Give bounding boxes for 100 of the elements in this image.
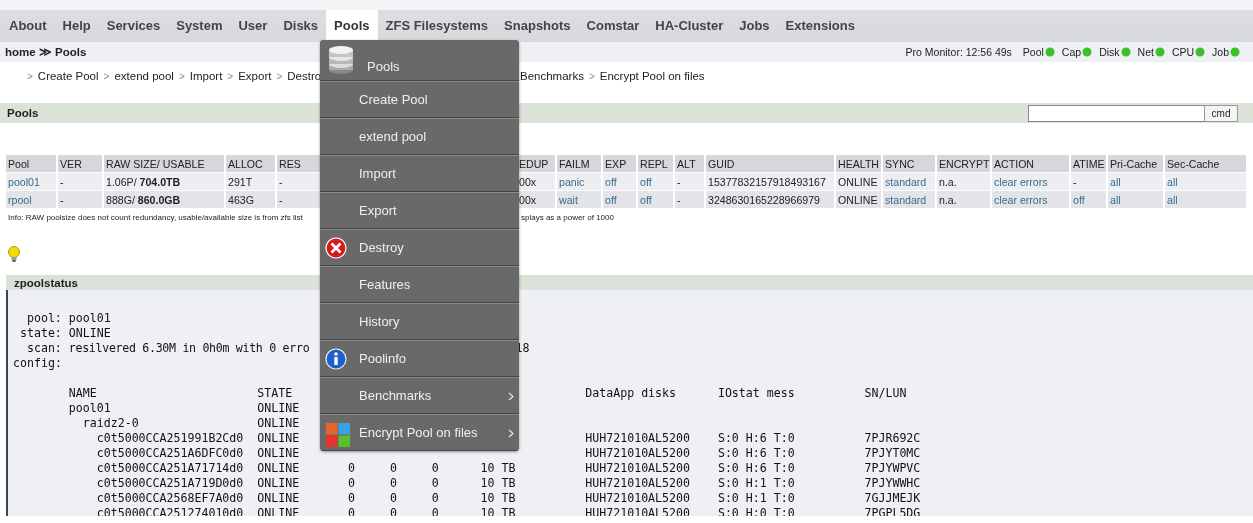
indicator-label[interactable]: Cap: [1061, 46, 1082, 58]
error-count: 0: [388, 461, 397, 476]
nav-link[interactable]: extend pool: [114, 70, 174, 82]
breadcrumb: home ≫ Pools: [5, 45, 87, 59]
nav-tab[interactable]: Services: [98, 10, 169, 42]
separator: >: [103, 70, 110, 82]
menu-item[interactable]: Features: [320, 266, 519, 303]
menu-item[interactable]: Export: [320, 192, 519, 229]
field-label: state:: [18, 326, 62, 341]
device-state: ONLINE: [257, 401, 301, 416]
cmd-button[interactable]: cmd: [1204, 104, 1238, 122]
menu-item[interactable]: Benchmarks: [320, 377, 519, 414]
table-cell: n.a.: [939, 175, 957, 188]
table-cell: 00x: [519, 193, 537, 206]
nav-link[interactable]: Import: [189, 70, 223, 82]
serial-number: 7GJJMEJK: [864, 491, 921, 506]
device-state: ONLINE: [257, 476, 301, 491]
error-count: 0: [347, 476, 355, 491]
table-cell: 888G/ 860.0GB: [106, 193, 181, 206]
column-header: REPL: [638, 155, 675, 173]
table-cell: 15377832157918493167: [708, 175, 826, 188]
iostat-text: S:0 H:1 T:0: [717, 491, 796, 506]
device-name: c0t5000CCA251A719D0d0: [95, 476, 245, 491]
iostat-text: S:0 H:6 T:0: [717, 461, 796, 476]
menu-item[interactable]: Create Pool: [320, 81, 519, 118]
serial-number: 7PJR692C: [864, 431, 921, 446]
device-state: ONLINE: [257, 446, 301, 461]
table-cell: n.a.: [939, 193, 957, 206]
nav-tab[interactable]: Comstar: [578, 10, 648, 42]
column-header: FAILM: [557, 155, 603, 173]
table-cell: -: [1073, 175, 1077, 188]
field-label: config:: [13, 356, 62, 371]
nav-tab[interactable]: Pools: [326, 10, 378, 42]
field-value: resilvered 6.30M in 0h0m with 0 erro: [68, 341, 311, 356]
menu-item[interactable]: extend pool: [320, 118, 519, 155]
device-size: 10 TB: [479, 461, 516, 476]
nav-tab[interactable]: Help: [54, 10, 99, 42]
nav-tab[interactable]: About: [1, 10, 55, 42]
colored-squares-icon: [325, 422, 351, 448]
command-field[interactable]: [1028, 104, 1204, 122]
field-label: pool:: [25, 311, 62, 326]
table-cell: -: [60, 193, 64, 206]
device-size: 10 TB: [479, 491, 516, 506]
menu-title[interactable]: Pools: [320, 40, 519, 81]
nav-link[interactable]: Create Pool: [37, 70, 99, 82]
nav-tab[interactable]: Jobs: [731, 10, 778, 42]
menu-item[interactable]: Destroy: [320, 229, 519, 266]
table-link[interactable]: all: [1110, 175, 1121, 188]
table-cell: 291T: [228, 175, 253, 188]
table-link[interactable]: all: [1110, 193, 1121, 206]
table-cell: 00x: [519, 175, 537, 188]
device-state: ONLINE: [257, 431, 301, 446]
chevron-right-icon: [508, 392, 514, 401]
device-state: ONLINE: [257, 416, 301, 431]
iostat-text: S:0 H:1 T:0: [717, 476, 796, 491]
column-header: DataApp disks: [585, 386, 678, 401]
nav-tab[interactable]: User: [230, 10, 276, 42]
chevron-right-icon: [508, 429, 514, 438]
menu-item[interactable]: History: [320, 303, 519, 340]
indicator-label[interactable]: Pool: [1022, 46, 1044, 58]
indicator-label[interactable]: CPU: [1171, 46, 1195, 58]
nav-link[interactable]: Destro: [287, 70, 322, 82]
error-count: 0: [347, 461, 355, 476]
column-header: SYNC: [883, 155, 937, 173]
column-header: SN/LUN: [864, 386, 907, 401]
table-link[interactable]: all: [1167, 175, 1178, 188]
column-header: EXP: [603, 155, 638, 173]
nav-tab[interactable]: Snapshots: [496, 10, 579, 42]
device-state: ONLINE: [257, 461, 301, 476]
nav-link[interactable]: Encrypt Pool on files: [599, 70, 705, 82]
column-header: VER: [58, 155, 104, 173]
table-link[interactable]: all: [1167, 193, 1178, 206]
nav-link[interactable]: Benchmarks: [520, 70, 584, 82]
menu-item[interactable]: Import: [320, 155, 519, 192]
nav-tab[interactable]: Disks: [275, 10, 327, 42]
error-count: 0: [430, 476, 439, 491]
disk-model: HUH721010AL5200: [585, 491, 691, 506]
info-icon: [325, 348, 347, 370]
nav-tab[interactable]: ZFS Filesystems: [377, 10, 497, 42]
table-cell: 3248630165228966979: [708, 193, 820, 206]
error-count: 0: [388, 476, 397, 491]
disk-model: HUH721010AL5200: [585, 476, 691, 491]
indicator-label[interactable]: Job: [1212, 46, 1229, 58]
indicator-label[interactable]: Net: [1137, 46, 1154, 58]
indicator-label[interactable]: Disk: [1099, 46, 1120, 58]
menu-item[interactable]: Encrypt Pool on files: [320, 414, 519, 451]
column-header: ALLOC: [226, 155, 277, 173]
menu-item[interactable]: Poolinfo: [320, 340, 519, 377]
table-cell: -: [279, 175, 283, 188]
table-cell: -: [279, 193, 283, 206]
device-name: c0t5000CCA251A71714d0: [95, 461, 245, 476]
column-header: STATE: [257, 386, 294, 401]
nav-link[interactable]: Export: [238, 70, 272, 82]
device-name: pool01: [68, 401, 112, 416]
nav-tab[interactable]: Extensions: [777, 10, 863, 42]
nav-tab[interactable]: HA-Cluster: [647, 10, 732, 42]
device-size: 10 TB: [479, 476, 516, 491]
error-count: 0: [388, 491, 397, 506]
nav-tab[interactable]: System: [168, 10, 231, 42]
table-cell: ONLINE: [838, 175, 878, 188]
